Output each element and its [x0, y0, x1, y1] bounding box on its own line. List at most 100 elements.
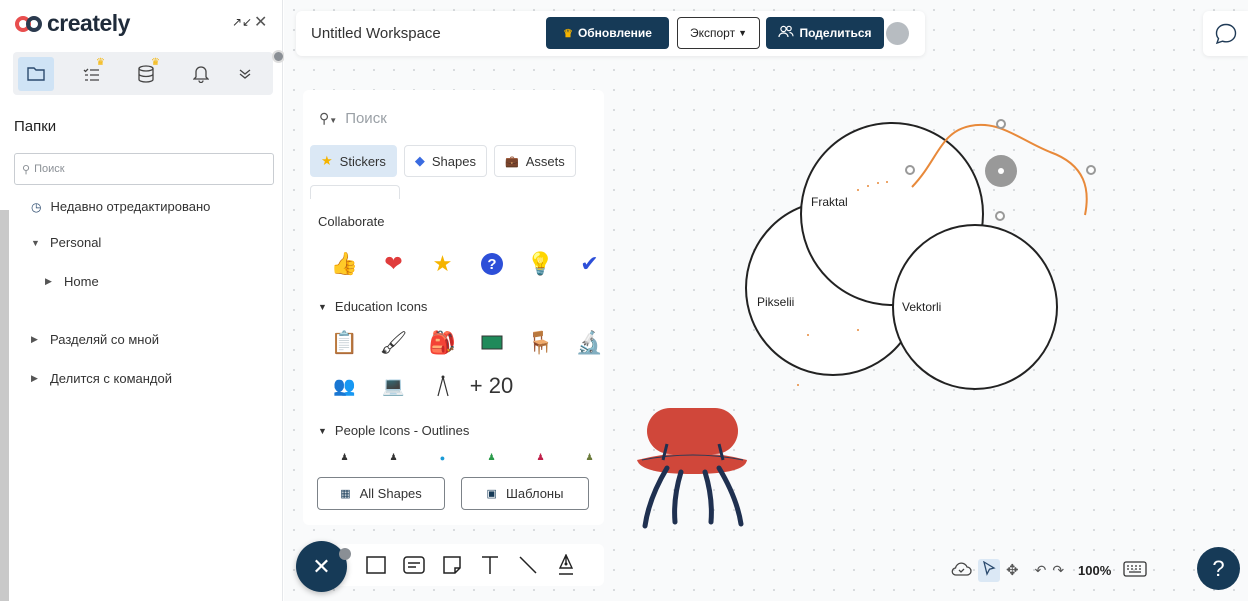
- sidebar-item-shared-team[interactable]: ▶ Делится с командой: [31, 371, 172, 386]
- select-tool-icon[interactable]: [978, 558, 1000, 582]
- workspace-title[interactable]: Untitled Workspace: [311, 25, 441, 42]
- all-shapes-button[interactable]: ▦ All Shapes: [317, 477, 445, 510]
- sidebar-item-shared-with-me[interactable]: ▶ Разделяй со мной: [31, 332, 159, 347]
- laptop-icon[interactable]: 💻: [369, 373, 418, 399]
- tab-shapes[interactable]: ◆ Shapes: [403, 145, 487, 177]
- people-title[interactable]: ▼ People Icons - Outlines: [318, 423, 469, 438]
- tab-overflow: [310, 185, 400, 199]
- compass-icon[interactable]: [418, 373, 467, 399]
- text-tool-icon[interactable]: [471, 550, 509, 580]
- paintbrush-icon[interactable]: 🖌: [369, 330, 418, 356]
- caret-down-icon: ▼: [318, 425, 327, 436]
- sidebar-search-input[interactable]: ⚲ Поиск: [14, 153, 274, 185]
- users-icon: [778, 25, 795, 41]
- shapes-panel: ⚲▼ Поиск ★ Stickers ◆ Shapes 💼 Assets Co…: [303, 90, 604, 525]
- close-panel-button[interactable]: ✕: [296, 541, 347, 592]
- circle-label-pikselii[interactable]: Pikselii: [757, 295, 794, 309]
- database-icon[interactable]: ♛: [128, 57, 164, 91]
- panel-tabs: ★ Stickers ◆ Shapes 💼 Assets: [310, 145, 576, 177]
- button-label: All Shapes: [359, 486, 422, 501]
- sidebar: creately ↗↙ ✕ ♛ ♛ Папки ⚲ Поиск ◷ Недавн…: [0, 0, 285, 601]
- toolbar-handle[interactable]: [339, 548, 351, 560]
- person-icon[interactable]: ♟: [369, 452, 418, 463]
- redo-icon[interactable]: ↷: [1052, 562, 1064, 579]
- comment-button[interactable]: [1203, 11, 1248, 56]
- person-icon[interactable]: ♟: [467, 452, 516, 463]
- svg-text:?: ?: [487, 256, 496, 273]
- education-more[interactable]: + 20: [467, 373, 516, 399]
- help-button[interactable]: ?: [1197, 547, 1240, 590]
- students-icon[interactable]: 👥: [320, 373, 369, 399]
- person-icon[interactable]: ♟: [516, 452, 565, 463]
- circle-label-vektorli[interactable]: Vektorli: [902, 300, 941, 314]
- handle[interactable]: [905, 165, 915, 175]
- panel-search-input[interactable]: ⚲▼ Поиск: [319, 110, 387, 127]
- collaborate-title: Collaborate: [318, 214, 385, 229]
- grid-icon: ▦: [340, 488, 351, 500]
- crown-icon: ♛: [563, 27, 573, 40]
- templates-button[interactable]: ▣ Шаблоны: [461, 477, 589, 510]
- expand-icon[interactable]: ↗↙: [232, 15, 252, 29]
- microscope-icon[interactable]: 🔬: [565, 330, 614, 356]
- thumbs-up-icon[interactable]: 👍: [320, 251, 369, 277]
- tab-label: Stickers: [339, 153, 386, 169]
- person-icon[interactable]: ♟: [565, 452, 614, 463]
- chevron-down-icon[interactable]: [238, 57, 252, 91]
- lightbulb-icon[interactable]: 💡: [516, 251, 565, 277]
- cloud-icon[interactable]: [950, 561, 972, 580]
- logo[interactable]: creately: [15, 10, 130, 37]
- zoom-level[interactable]: 100%: [1078, 563, 1111, 578]
- sidebar-item-label: Home: [64, 274, 99, 289]
- heart-icon[interactable]: ❤: [369, 251, 418, 277]
- handle[interactable]: [1086, 165, 1096, 175]
- share-button[interactable]: Поделиться: [766, 17, 884, 49]
- star-icon: ★: [321, 153, 333, 168]
- education-title[interactable]: ▼ Education Icons: [318, 299, 427, 314]
- star-icon[interactable]: ★: [418, 251, 467, 277]
- folder-icon[interactable]: [18, 56, 54, 91]
- clipboard-icon[interactable]: 📋: [320, 330, 369, 356]
- folders-heading: Папки: [14, 118, 57, 135]
- avatar[interactable]: [886, 22, 909, 45]
- handle[interactable]: [995, 211, 1005, 221]
- section-label: People Icons - Outlines: [334, 423, 470, 438]
- sidebar-item-recent[interactable]: ◷ Недавно отредактировано: [31, 199, 210, 214]
- export-button[interactable]: Экспорт ▼: [677, 17, 760, 49]
- share-label: Поделиться: [799, 26, 872, 40]
- sidebar-item-home[interactable]: ▶ Home: [45, 274, 99, 289]
- circle-label-fraktal[interactable]: Fraktal: [811, 195, 848, 209]
- upgrade-button[interactable]: ♛ Обновление: [546, 17, 669, 49]
- chair-icon[interactable]: 🪑: [516, 330, 565, 356]
- tasks-icon[interactable]: ♛: [73, 57, 109, 91]
- person-icon[interactable]: ♟: [320, 452, 369, 463]
- tab-assets[interactable]: 💼 Assets: [493, 145, 576, 177]
- pen-tool-icon[interactable]: [547, 550, 585, 580]
- venn-diagram[interactable]: Fraktal Pikselii Vektorli: [620, 100, 1100, 400]
- caret-right-icon: ▶: [31, 373, 38, 383]
- sidebar-item-label: Personal: [50, 235, 102, 250]
- sticky-note-tool-icon[interactable]: [433, 550, 471, 580]
- diamond-icon: ◆: [414, 153, 425, 168]
- export-label: Экспорт: [689, 26, 736, 40]
- handle[interactable]: [996, 119, 1006, 129]
- keyboard-icon[interactable]: [1123, 560, 1147, 580]
- sidebar-item-personal[interactable]: ▼ Personal: [31, 235, 101, 250]
- line-tool-icon[interactable]: [509, 550, 547, 580]
- tab-stickers[interactable]: ★ Stickers: [310, 145, 397, 177]
- logo-text: creately: [47, 10, 130, 36]
- text-box-tool-icon[interactable]: [395, 550, 433, 580]
- close-icon[interactable]: ✕: [254, 12, 267, 32]
- person-icon[interactable]: ●: [418, 452, 467, 463]
- question-icon[interactable]: ?: [467, 251, 516, 277]
- caret-down-icon: ▼: [318, 301, 327, 312]
- undo-icon[interactable]: ↶: [1035, 562, 1047, 579]
- section-label: Collaborate: [318, 214, 385, 229]
- rectangle-tool-icon[interactable]: [357, 550, 395, 580]
- check-icon[interactable]: ✔: [565, 251, 614, 277]
- chair-sticker[interactable]: [637, 408, 749, 530]
- chalkboard-icon[interactable]: [467, 330, 516, 356]
- backpack-icon[interactable]: 🎒: [418, 330, 467, 356]
- search-icon: ⚲: [22, 163, 31, 176]
- bell-icon[interactable]: [183, 57, 219, 91]
- pan-tool-icon[interactable]: ✥: [1006, 561, 1019, 579]
